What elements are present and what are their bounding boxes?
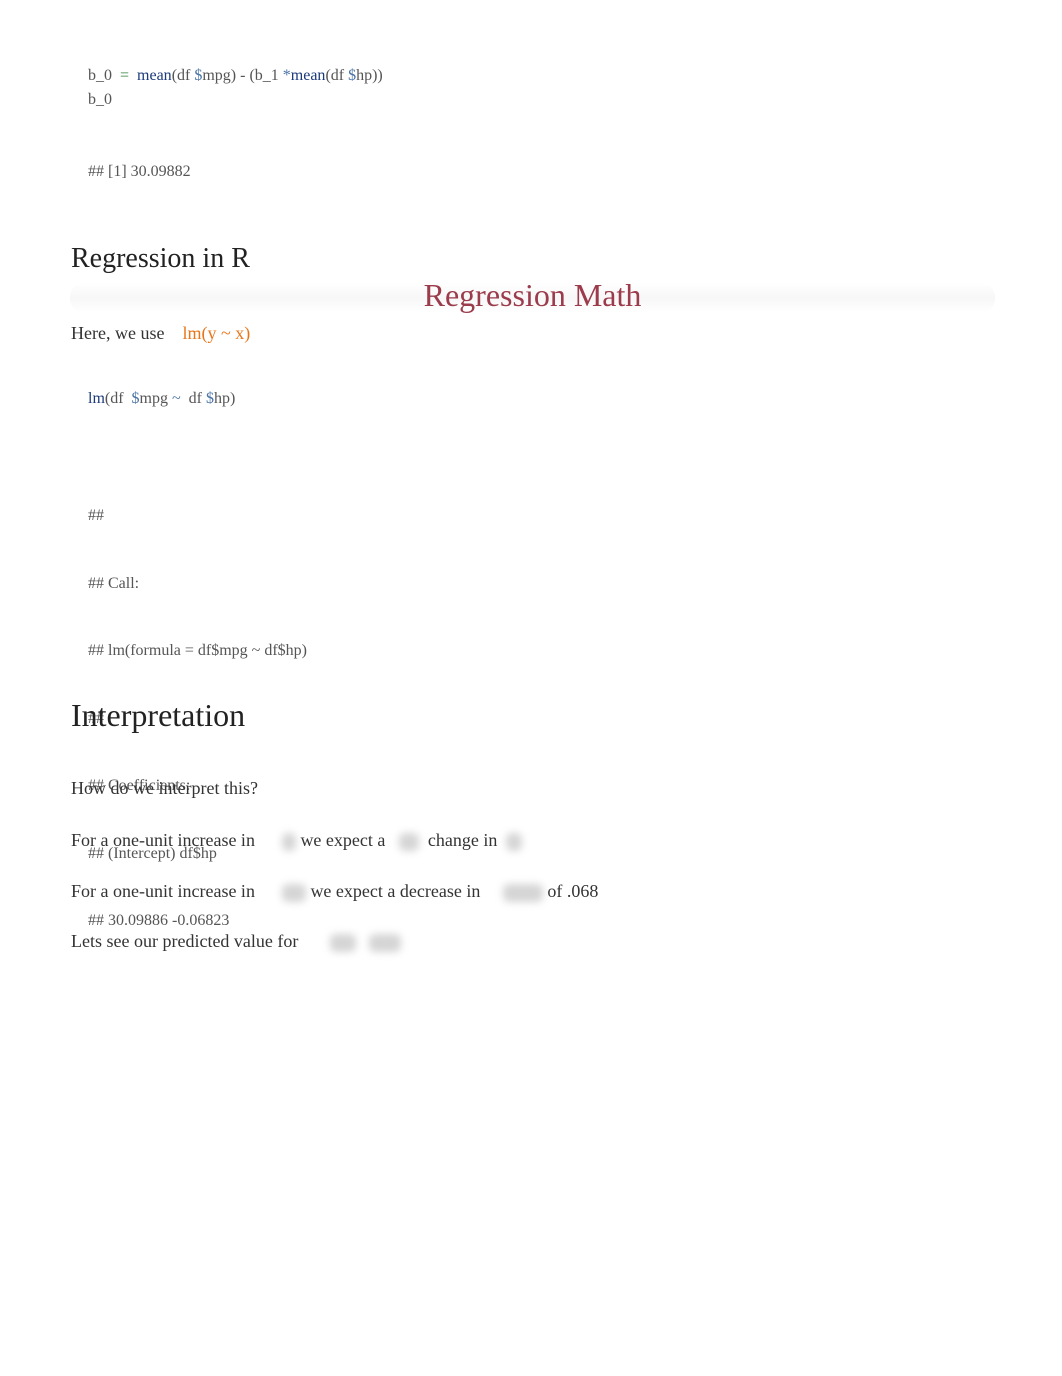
code-token: b_0: [88, 67, 112, 84]
intro-paragraph: Here, we use lm(y ~ x): [71, 323, 250, 344]
text: For a one-unit increase in: [71, 881, 255, 901]
code-token: (df: [104, 390, 128, 407]
banner-title: Regression Math: [423, 277, 642, 313]
code-token: df: [184, 390, 206, 407]
function-name: mean: [137, 67, 172, 84]
code-line-lm: lm(df $mpg ~ df $hp): [88, 387, 235, 410]
text: of .068: [547, 881, 599, 901]
output-line: ## Call:: [88, 574, 140, 592]
redacted-inline-code: [506, 832, 523, 851]
function-name: lm: [88, 390, 105, 407]
redacted-inline-code: [281, 832, 296, 851]
dollar-operator: $: [348, 67, 357, 84]
code-token: ) - (b_1: [230, 67, 283, 84]
code-token: mpg: [139, 390, 168, 407]
text: Lets see our predicted value for: [71, 931, 299, 951]
interpretation-sentence-2: For a one-unit increase in we expect a d…: [71, 881, 598, 902]
code-token: hp): [213, 390, 236, 407]
code-token: (df: [171, 67, 195, 84]
redacted-inline-code: [502, 883, 543, 902]
multiply-operator: *: [282, 67, 291, 84]
output-line: ## 30.09886 -0.06823: [88, 912, 230, 929]
output-line: ## [1] 30.09882: [88, 163, 191, 180]
text: change in: [427, 830, 498, 850]
code-token: hp)): [356, 67, 383, 84]
section-heading: Regression in R: [71, 243, 250, 274]
code-line-b0-assign: b_0 = mean(df $mpg) - (b_1 *mean(df $hp)…: [88, 64, 383, 87]
inline-code: lm(y ~ x): [182, 323, 251, 343]
text: For a one-unit increase in: [71, 830, 255, 850]
redacted-inline-code: [281, 883, 306, 902]
tilde-operator: ~: [168, 390, 185, 407]
interpretation-sentence-3: Lets see our predicted value for: [71, 931, 402, 952]
code-line-b0: b_0: [88, 91, 112, 108]
redacted-inline-code: [369, 933, 402, 952]
banner: Regression Math: [70, 277, 995, 313]
assign-operator: =: [120, 67, 130, 84]
text: we expect a decrease in: [310, 881, 481, 901]
output-line: ##: [88, 507, 104, 524]
intro-text: Here, we use: [71, 323, 165, 343]
question-paragraph: How do we interpret this?: [71, 778, 258, 798]
function-name: mean: [290, 67, 326, 84]
redacted-inline-code: [398, 832, 419, 851]
redacted-inline-code: [329, 933, 356, 952]
code-token: (df: [325, 67, 349, 84]
text: we expect a: [300, 830, 386, 850]
dollar-operator: $: [205, 390, 214, 407]
interpretation-sentence-1: For a one-unit increase in we expect a c…: [71, 830, 523, 851]
dollar-operator: $: [131, 390, 140, 407]
output-line: ## lm(formula = df$mpg ~ df$hp): [88, 642, 307, 659]
code-token: mpg: [202, 67, 231, 84]
section-heading: Interpretation: [71, 697, 246, 733]
